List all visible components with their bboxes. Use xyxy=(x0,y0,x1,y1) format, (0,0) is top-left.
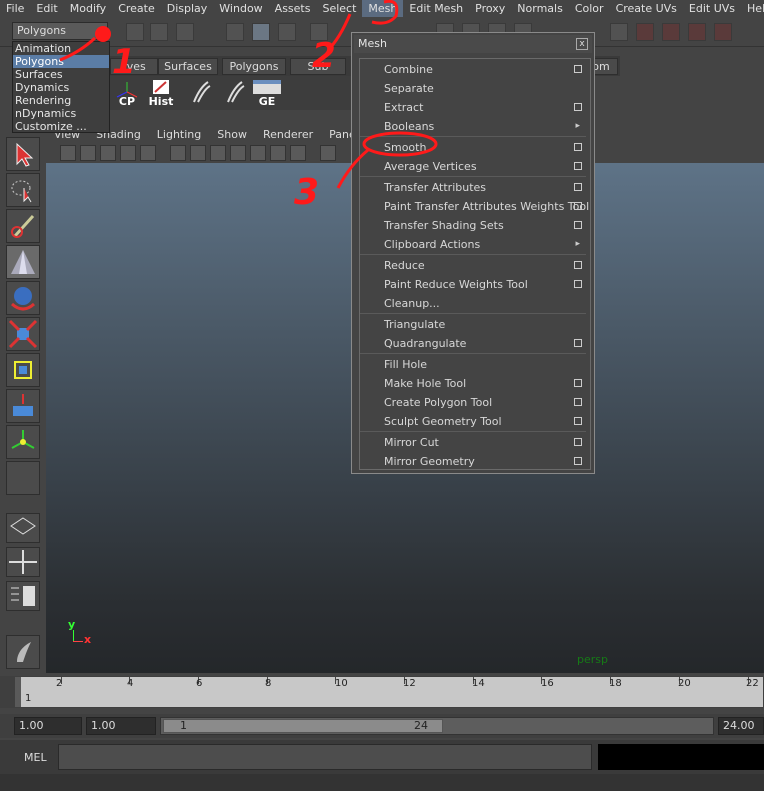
annotation-step-1: 1 xyxy=(112,42,136,82)
annotation-overlay xyxy=(59,0,438,189)
annotation-dot xyxy=(95,26,111,42)
annotation-stroke xyxy=(371,0,399,25)
annotation-step-3: 3 xyxy=(294,172,320,213)
annotation-stroke xyxy=(336,148,369,189)
annotation-circle xyxy=(362,131,438,157)
annotation-step-2: 2 xyxy=(312,36,336,76)
annotation-stroke xyxy=(59,36,97,62)
